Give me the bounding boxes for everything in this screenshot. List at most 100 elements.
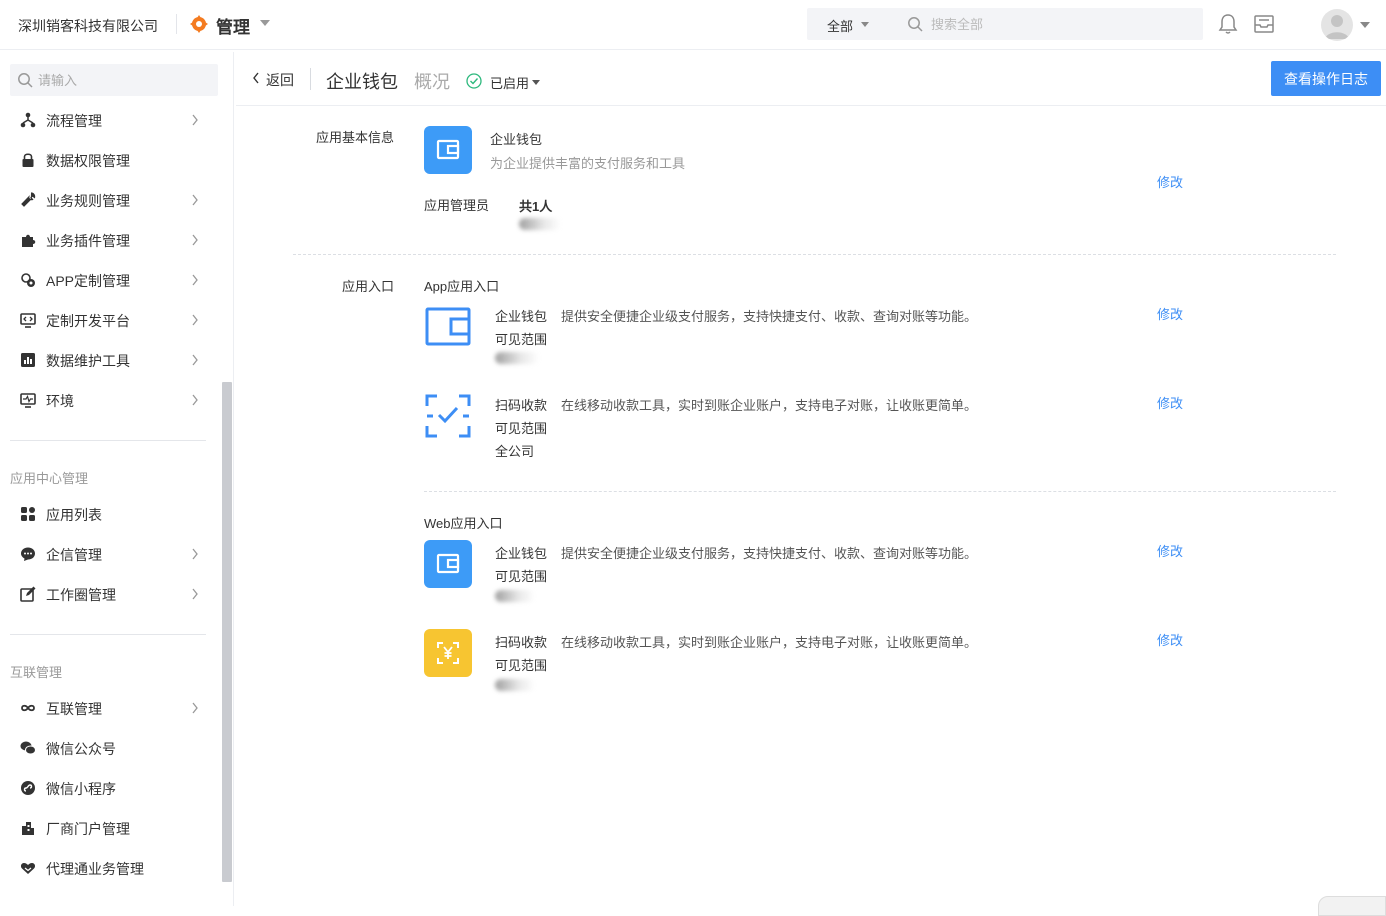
search-icon [908, 17, 923, 32]
sidebar-item-flow[interactable]: 流程管理 [0, 100, 218, 140]
sidebar-item-label: 微信小程序 [46, 781, 116, 797]
sidebar-item-label: 代理通业务管理 [46, 861, 144, 877]
tab-overview[interactable]: 概况 [414, 68, 450, 94]
entry-description: 提供安全便捷企业级支付服务，支持快捷支付、收款、查询对账等功能。 [561, 546, 978, 561]
user-icon [1325, 15, 1349, 39]
entry-description: 提供安全便捷企业级支付服务，支持快捷支付、收款、查询对账等功能。 [561, 309, 978, 324]
sidebar-item-label: 互联管理 [46, 701, 102, 717]
scan-check-icon [425, 394, 471, 438]
building-icon [22, 822, 34, 835]
search-scope-select[interactable]: 全部 [827, 16, 853, 35]
edit-entry-link[interactable]: 修改 [1157, 541, 1183, 560]
caret-down-icon[interactable] [1360, 22, 1370, 28]
sidebar-item-label: 业务插件管理 [46, 233, 130, 249]
chevron-right-icon [192, 548, 198, 560]
visible-range-label: 可见范围 [495, 658, 548, 673]
sidebar-item-business-plugins[interactable]: 业务插件管理 [0, 220, 218, 260]
divider [176, 14, 177, 34]
sidebar-item-vendor-portal[interactable]: 厂商门户管理 [0, 808, 218, 848]
redacted-admin-name [519, 218, 561, 230]
section-label-basic-info: 应用基本信息 [316, 130, 395, 145]
sidebar-item-label: 环境 [46, 393, 74, 409]
view-operation-log-button[interactable]: 查看操作日志 [1271, 61, 1381, 96]
visible-range-label: 可见范围 [495, 421, 548, 436]
chevron-right-icon [192, 394, 198, 406]
redacted-visible-range [495, 590, 535, 602]
sidebar-item-app-custom[interactable]: APP定制管理 [0, 260, 218, 300]
app-name: 企业钱包 [490, 132, 543, 147]
check-circle-icon [466, 73, 482, 89]
avatar[interactable] [1321, 9, 1353, 41]
sidebar-item-dev-platform[interactable]: 定制开发平台 [0, 300, 218, 340]
wallet-icon [436, 139, 460, 160]
mini-program-icon [21, 781, 35, 795]
sidebar-item-environment[interactable]: 环境 [0, 380, 218, 420]
redacted-visible-range [495, 352, 539, 364]
page-header: 返回 企业钱包 概况 已启用 查看操作日志 [236, 52, 1386, 106]
bell-icon[interactable] [1216, 12, 1240, 36]
edit-entry-link[interactable]: 修改 [1157, 630, 1183, 649]
chevron-right-icon [192, 274, 198, 286]
edit-basic-info-link[interactable]: 修改 [1157, 172, 1183, 191]
edit-entry-link[interactable]: 修改 [1157, 304, 1183, 323]
sidebar-item-work-circle[interactable]: 工作圈管理 [0, 574, 218, 614]
sidebar-search-input[interactable] [38, 69, 208, 91]
puzzle-icon [22, 234, 36, 247]
back-button[interactable]: 返回 [266, 70, 294, 90]
sidebar-item-qixin[interactable]: 企信管理 [0, 534, 218, 574]
entry-name: 扫码收款 [495, 398, 548, 413]
sidebar-item-wechat-official[interactable]: 微信公众号 [0, 728, 218, 768]
divider [424, 491, 1336, 492]
company-name[interactable]: 深圳销客科技有限公司 [18, 16, 158, 36]
status-dropdown[interactable]: 已启用 [490, 73, 529, 92]
sidebar-item-data-permission[interactable]: 数据权限管理 [0, 140, 218, 180]
pulse-monitor-icon [20, 393, 36, 408]
app-logo [424, 126, 472, 174]
gear-icon [190, 15, 208, 33]
handshake-heart-icon [20, 863, 36, 874]
edit-entry-link[interactable]: 修改 [1157, 393, 1183, 412]
sidebar-item-label: 定制开发平台 [46, 313, 130, 329]
admin-count: 共1人 [519, 199, 553, 214]
global-search-input[interactable] [931, 13, 1191, 35]
edit-square-icon [20, 586, 36, 602]
sidebar-item-label: 工作圈管理 [46, 587, 116, 603]
sidebar-item-label: 微信公众号 [46, 741, 116, 757]
group-title-app-center: 应用中心管理 [10, 471, 89, 486]
chevron-left-icon[interactable] [252, 72, 260, 84]
sidebar-item-interconnect[interactable]: 互联管理 [0, 688, 218, 728]
app-custom-icon [21, 273, 35, 287]
global-search-bar: 全部 [807, 8, 1203, 40]
sidebar-item-business-rules[interactable]: 业务规则管理 [0, 180, 218, 220]
sidebar-item-label: APP定制管理 [46, 273, 131, 289]
chevron-right-icon [192, 314, 198, 326]
sidebar-item-wechat-mini[interactable]: 微信小程序 [0, 768, 218, 808]
chevron-right-icon [192, 588, 198, 600]
sidebar-item-label: 厂商门户管理 [46, 821, 130, 837]
inbox-icon[interactable] [1252, 12, 1276, 36]
wechat-icon [20, 741, 36, 755]
sidebar-item-label: 数据权限管理 [46, 153, 130, 169]
sidebar-item-agent-business[interactable]: 代理通业务管理 [0, 848, 218, 888]
caret-down-icon[interactable] [260, 20, 270, 26]
visible-range-label: 可见范围 [495, 332, 548, 347]
floating-widget[interactable] [1318, 896, 1386, 916]
sidebar-scrollbar[interactable] [222, 382, 232, 882]
module-title[interactable]: 管理 [216, 13, 250, 38]
sidebar-search [10, 64, 218, 96]
lock-icon [22, 153, 34, 167]
entry-description: 在线移动收款工具，实时到账企业账户，支持电子对账，让收账更简单。 [561, 635, 978, 650]
divider [293, 254, 1336, 255]
caret-down-icon[interactable] [532, 80, 540, 85]
sidebar-item-app-list[interactable]: 应用列表 [0, 494, 218, 534]
divider [10, 634, 206, 635]
entry-name: 企业钱包 [495, 309, 548, 324]
wrench-icon [21, 192, 36, 207]
redacted-visible-range [495, 679, 535, 691]
caret-down-icon[interactable] [861, 22, 869, 27]
sidebar-item-data-tools[interactable]: 数据维护工具 [0, 340, 218, 380]
divider [10, 440, 206, 441]
visible-range-value: 全公司 [495, 444, 535, 459]
infinity-icon [21, 704, 35, 712]
entry-name: 企业钱包 [495, 546, 548, 561]
